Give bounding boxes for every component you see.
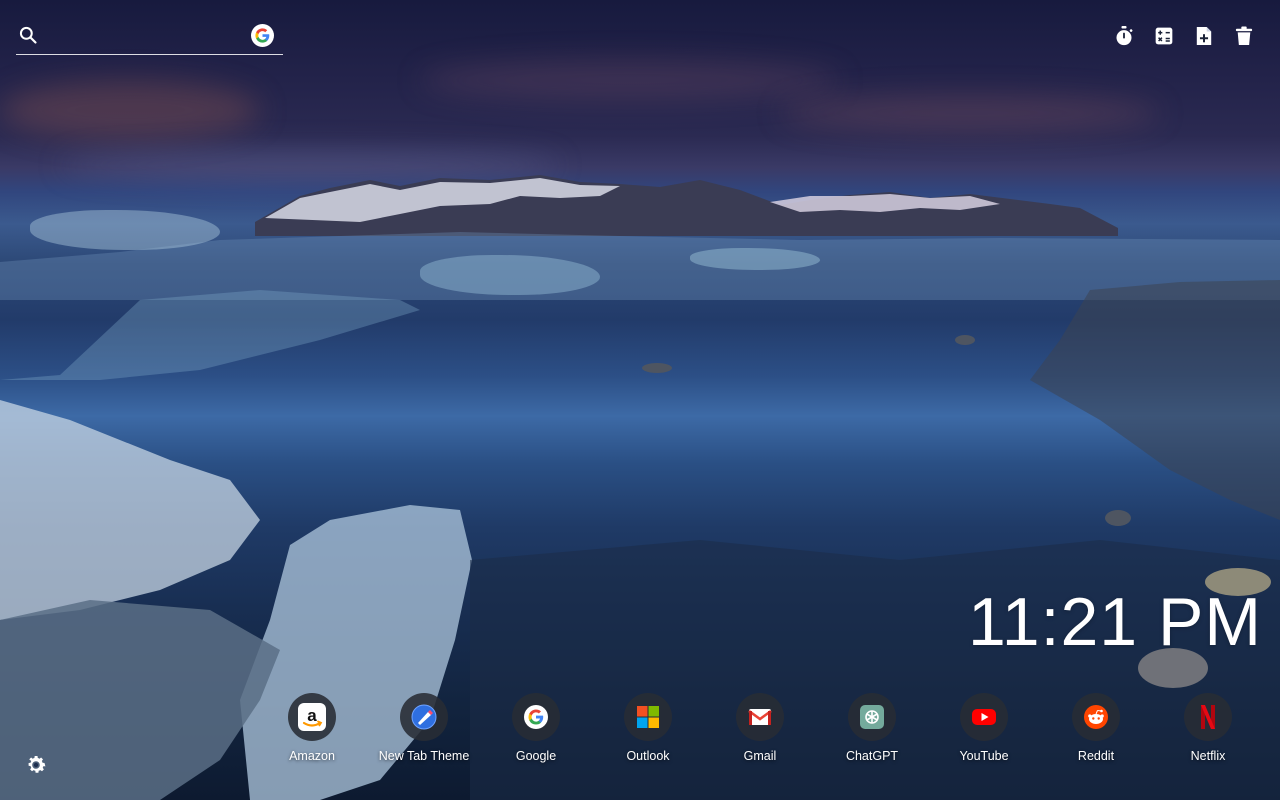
shortcut-netflix[interactable]: Netflix	[1152, 693, 1264, 773]
svg-text:a: a	[307, 706, 317, 725]
reddit-icon	[1072, 693, 1120, 741]
trash-icon[interactable]	[1234, 25, 1254, 47]
top-toolbar	[1114, 25, 1254, 47]
shortcut-youtube[interactable]: YouTube	[928, 693, 1040, 773]
shortcut-outlook[interactable]: Outlook	[592, 693, 704, 773]
shortcuts-bar: a Amazon New Tab Theme Google Outlook Gm…	[256, 693, 1264, 773]
google-icon	[512, 693, 560, 741]
google-icon[interactable]	[251, 24, 274, 47]
shortcut-label: Google	[515, 749, 557, 763]
shortcut-label: Netflix	[1190, 749, 1226, 763]
shortcut-label: Outlook	[626, 749, 670, 763]
search-icon[interactable]	[18, 25, 38, 45]
mountains-landscape	[0, 175, 1280, 800]
clock-time: 11:21 PM	[967, 584, 1262, 660]
shortcut-new-tab-theme[interactable]: New Tab Theme	[368, 693, 480, 773]
shortcut-chatgpt[interactable]: ChatGPT	[816, 693, 928, 773]
background-wallpaper	[0, 0, 1280, 800]
calculator-icon[interactable]	[1154, 25, 1174, 47]
shortcut-amazon[interactable]: a Amazon	[256, 693, 368, 773]
amazon-icon: a	[288, 693, 336, 741]
new-tab-theme-icon	[400, 693, 448, 741]
shortcut-label: ChatGPT	[845, 749, 899, 763]
youtube-icon	[960, 693, 1008, 741]
gmail-icon	[736, 693, 784, 741]
shortcut-google[interactable]: Google	[480, 693, 592, 773]
shortcut-label: Reddit	[1077, 749, 1115, 763]
shortcut-label: Amazon	[289, 749, 335, 763]
microsoft-icon	[624, 693, 672, 741]
search-bar	[16, 20, 283, 55]
search-input[interactable]	[50, 24, 250, 50]
chatgpt-icon	[848, 693, 896, 741]
shortcut-label: YouTube	[959, 749, 1009, 763]
shortcut-gmail[interactable]: Gmail	[704, 693, 816, 773]
add-document-icon[interactable]	[1194, 25, 1214, 47]
shortcut-label: Gmail	[743, 749, 777, 763]
netflix-icon	[1184, 693, 1232, 741]
shortcut-label: New Tab Theme	[378, 749, 470, 763]
shortcut-reddit[interactable]: Reddit	[1040, 693, 1152, 773]
stopwatch-icon[interactable]	[1114, 25, 1134, 47]
gear-icon[interactable]	[24, 753, 48, 777]
